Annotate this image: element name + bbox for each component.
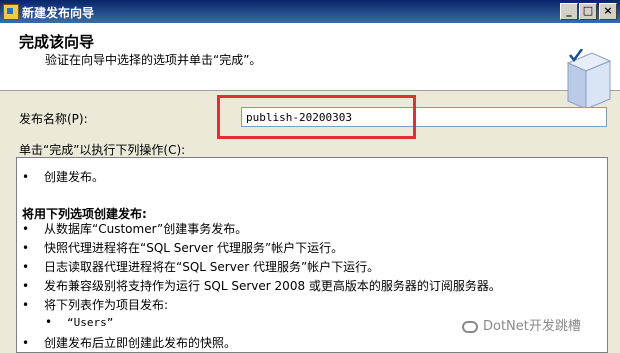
publication-name-input[interactable]: publish-20200303 [241, 107, 607, 127]
list-item: • 创建发布。 [22, 170, 105, 184]
watermark: DotNet开发跳槽 [462, 315, 581, 334]
actions-label: 单击“完成”以执行下列操作(C): [19, 143, 186, 157]
wechat-icon [462, 320, 478, 333]
publication-name-label: 发布名称(P): [19, 112, 88, 126]
list-item: • 日志读取器代理进程将在“SQL Server 代理服务”帐户下运行。 [22, 260, 380, 274]
maximize-button[interactable]: □ [579, 3, 597, 20]
list-item: • 发布兼容级别将支持作为运行 SQL Server 2008 或更高版本的服务器… [22, 279, 501, 293]
close-button[interactable]: × [599, 3, 617, 20]
minimize-button[interactable]: _ [560, 3, 578, 20]
app-icon [3, 4, 19, 20]
list-item: • 创建发布后立即创建此发布的快照。 [22, 336, 237, 350]
wizard-header: 完成该向导 验证在向导中选择的选项并单击“完成”。 [0, 23, 620, 110]
wizard-book-icon [566, 49, 612, 110]
list-item: • 将下列表作为项目发布: [22, 298, 169, 312]
page-subtitle: 验证在向导中选择的选项并单击“完成”。 [45, 53, 262, 67]
list-item: • 从数据库“Customer”创建事务发布。 [22, 222, 248, 236]
page-title: 完成该向导 [19, 33, 95, 51]
list-item: • 快照代理进程将在“SQL Server 代理服务”帐户下运行。 [22, 241, 344, 255]
title-bar: 新建发布向导 _ □ × [0, 0, 620, 23]
list-subitem: • “Users” [45, 315, 114, 329]
window-title: 新建发布向导 [22, 6, 95, 20]
